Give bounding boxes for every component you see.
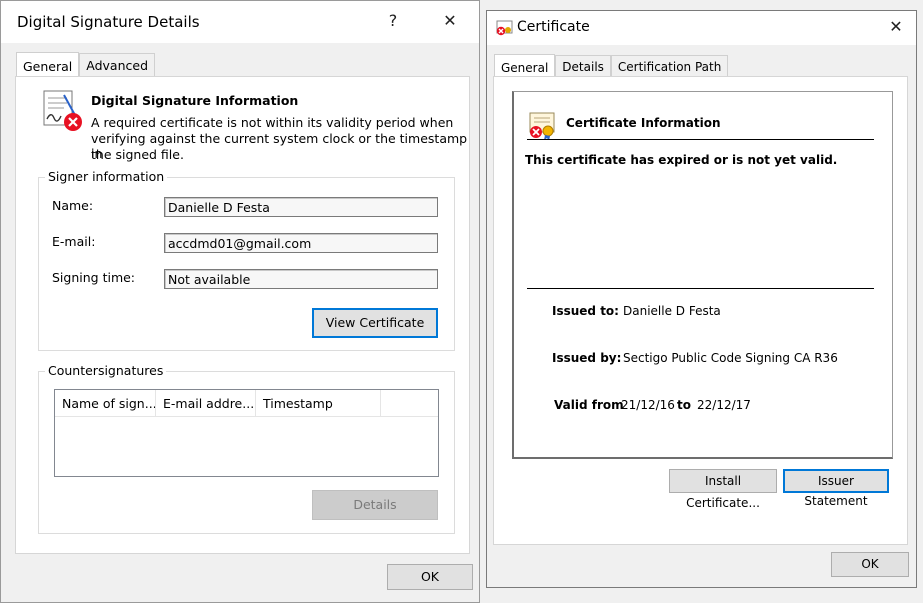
email-field[interactable]: accdmd01@gmail.com [164, 233, 438, 253]
info-heading: Digital Signature Information [91, 93, 299, 108]
signing-time-field[interactable]: Not available [164, 269, 438, 289]
certificate-info-heading: Certificate Information [566, 116, 721, 130]
details-divider [527, 288, 874, 289]
title-bar[interactable]: Certificate ✕ [487, 11, 916, 45]
countersignatures-list-header: Name of sign... E-mail addre... Timestam… [55, 390, 438, 417]
help-icon[interactable]: ? [381, 9, 405, 33]
ok-button[interactable]: OK [831, 552, 909, 577]
title-bar[interactable]: Digital Signature Details ? ✕ [1, 1, 479, 43]
signature-error-icon [42, 89, 82, 131]
general-tab-panel: Certificate Information This certificate… [493, 76, 908, 545]
signer-information-group: Signer information Name: Danielle D Fest… [38, 169, 455, 351]
certificate-icon [528, 110, 558, 141]
window-title: Digital Signature Details [17, 13, 200, 31]
general-tab-panel: Digital Signature Information A required… [15, 76, 470, 554]
tab-strip: General Advanced [16, 51, 156, 78]
signer-information-legend: Signer information [45, 169, 168, 184]
info-text-line-3: the signed file. [91, 147, 184, 162]
valid-from-value: 21/12/16 [621, 398, 675, 412]
issued-to-label: Issued to: [552, 304, 619, 318]
issued-by-label: Issued by: [552, 351, 622, 365]
view-certificate-button[interactable]: View Certificate [312, 308, 438, 338]
certificate-error-icon [496, 19, 514, 37]
name-label: Name: [52, 198, 94, 213]
tab-advanced[interactable]: Advanced [79, 53, 156, 77]
name-field[interactable]: Danielle D Festa [164, 197, 438, 217]
countersignatures-list[interactable]: Name of sign... E-mail addre... Timestam… [54, 389, 439, 477]
column-header-name[interactable]: Name of sign... [55, 390, 156, 416]
ok-button[interactable]: OK [387, 564, 473, 590]
countersignatures-legend: Countersignatures [45, 363, 167, 378]
tab-general[interactable]: General [16, 52, 80, 78]
certificate-window: Certificate ✕ General Details Certificat… [486, 10, 917, 588]
signing-time-label: Signing time: [52, 270, 136, 285]
close-icon[interactable]: ✕ [884, 15, 908, 39]
install-certificate-button[interactable]: Install Certificate... [669, 469, 777, 510]
certificate-info-box: Certificate Information This certificate… [512, 91, 893, 459]
tab-strip: General Details Certification Path [494, 53, 729, 79]
close-icon[interactable]: ✕ [438, 9, 462, 33]
valid-from-label: Valid from [554, 398, 624, 412]
issuer-statement-button[interactable]: Issuer Statement [783, 469, 889, 508]
digital-signature-details-window: Digital Signature Details ? ✕ General Ad… [0, 0, 480, 603]
details-button[interactable]: Details [312, 490, 438, 520]
heading-divider [527, 139, 874, 140]
valid-to-label: to [677, 398, 691, 412]
valid-to-value: 22/12/17 [697, 398, 751, 412]
countersignatures-group: Countersignatures Name of sign... E-mail… [38, 363, 455, 534]
column-header-timestamp[interactable]: Timestamp [256, 390, 381, 416]
tab-certification-path[interactable]: Certification Path [610, 55, 729, 78]
window-title: Certificate [517, 19, 590, 35]
info-text-line-1: A required certificate is not within its… [91, 115, 454, 130]
email-label: E-mail: [52, 234, 96, 249]
column-header-email[interactable]: E-mail addre... [156, 390, 256, 416]
certificate-status-text: This certificate has expired or is not y… [525, 153, 838, 167]
issued-to-value: Danielle D Festa [623, 304, 721, 318]
tab-details[interactable]: Details [555, 55, 611, 78]
issued-by-value: Sectigo Public Code Signing CA R36 [623, 351, 838, 365]
